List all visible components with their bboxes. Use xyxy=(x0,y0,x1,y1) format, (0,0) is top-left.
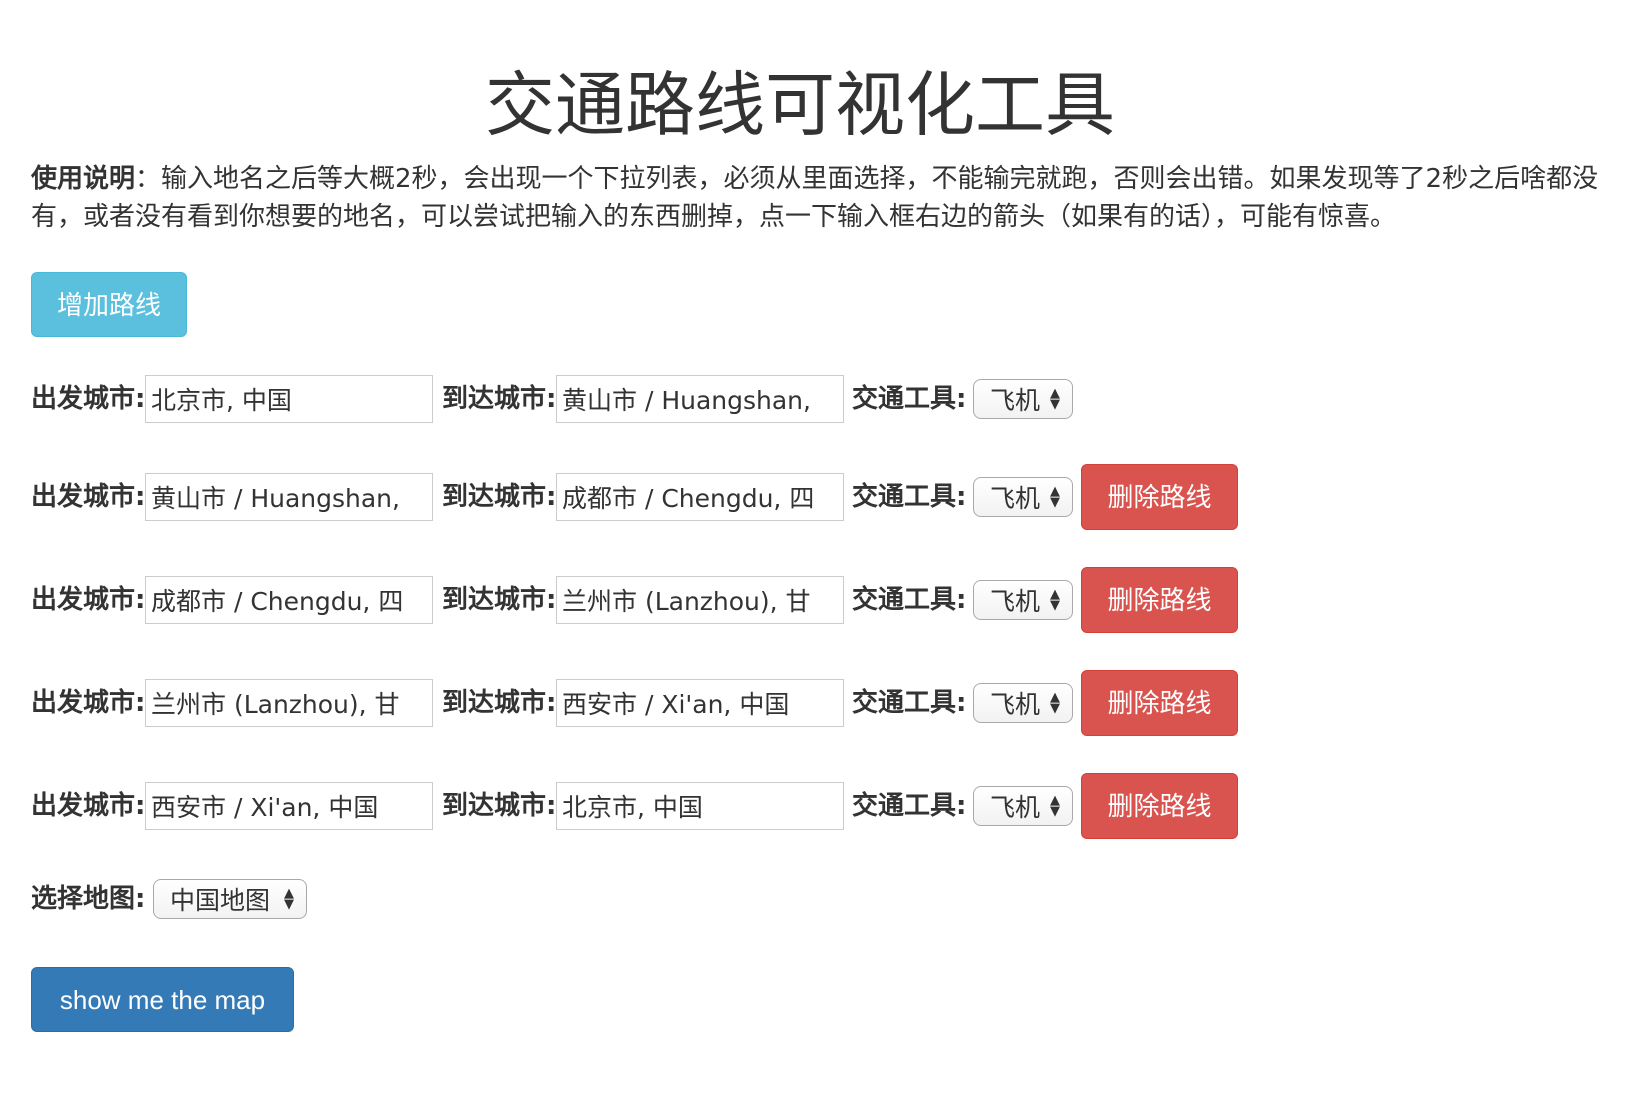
instructions-text: ：输入地名之后等大概2秒，会出现一个下拉列表，必须从里面选择，不能输完就跑，否则… xyxy=(31,164,1599,232)
select-arrows-icon: ▲ ▼ xyxy=(1050,793,1060,819)
add-route-button[interactable]: 增加路线 xyxy=(31,272,187,337)
to-city-label: 到达城市: xyxy=(442,688,557,718)
transport-label: 交通工具: xyxy=(852,482,967,512)
delete-route-button[interactable]: 删除路线 xyxy=(1081,773,1238,839)
select-arrows-icon: ▲ ▼ xyxy=(284,886,294,912)
transport-select-value: 飞机 xyxy=(990,386,1041,415)
delete-route-button[interactable]: 删除路线 xyxy=(1081,567,1238,633)
from-city-label: 出发城市: xyxy=(31,384,146,414)
show-map-button[interactable]: show me the map xyxy=(31,967,294,1032)
to-city-label: 到达城市: xyxy=(442,384,557,414)
transport-select-value: 飞机 xyxy=(990,793,1041,822)
delete-route-button[interactable]: 删除路线 xyxy=(1081,670,1238,736)
from-city-label: 出发城市: xyxy=(31,791,146,821)
transport-label: 交通工具: xyxy=(852,384,967,414)
transport-select[interactable]: 飞机 ▲ ▼ xyxy=(973,580,1073,620)
transport-label: 交通工具: xyxy=(852,791,967,821)
from-city-input[interactable] xyxy=(145,679,433,727)
route-row: 出发城市: 到达城市: 交通工具: 飞机 ▲▼ xyxy=(31,366,1331,432)
select-arrows-icon: ▲ ▼ xyxy=(1050,386,1060,412)
to-city-label: 到达城市: xyxy=(442,585,557,615)
to-city-input[interactable] xyxy=(556,782,844,830)
map-select-row: 选择地图: 中国地图 ▲ ▼ xyxy=(31,871,431,927)
transport-select[interactable]: 飞机 ▲ ▼ xyxy=(973,786,1073,826)
from-city-label: 出发城市: xyxy=(31,482,146,512)
page: 交通路线可视化工具 使用说明：输入地名之后等大概2秒，会出现一个下拉列表，必须从… xyxy=(0,0,1648,1112)
transport-select-value: 飞机 xyxy=(990,484,1041,513)
instructions: 使用说明：输入地名之后等大概2秒，会出现一个下拉列表，必须从里面选择，不能输完就… xyxy=(31,160,1621,236)
route-row: 出发城市: 到达城市: 交通工具: 飞机 ▲▼ 删除路线 xyxy=(31,464,1331,530)
transport-select[interactable]: 飞机 ▲ ▼ xyxy=(973,477,1073,517)
to-city-input[interactable] xyxy=(556,473,844,521)
map-select-label: 选择地图: xyxy=(31,884,146,914)
page-title: 交通路线可视化工具 xyxy=(485,64,1115,146)
to-city-label: 到达城市: xyxy=(442,482,557,512)
to-city-input[interactable] xyxy=(556,679,844,727)
to-city-input[interactable] xyxy=(556,576,844,624)
transport-select[interactable]: 飞机 ▲ ▼ xyxy=(973,683,1073,723)
delete-route-button[interactable]: 删除路线 xyxy=(1081,464,1238,530)
from-city-input[interactable] xyxy=(145,576,433,624)
from-city-input[interactable] xyxy=(145,782,433,830)
route-row: 出发城市: 到达城市: 交通工具: 飞机 ▲▼ 删除路线 xyxy=(31,670,1331,736)
map-select[interactable]: 中国地图 ▲ ▼ xyxy=(153,879,307,919)
from-city-label: 出发城市: xyxy=(31,688,146,718)
route-row: 出发城市: 到达城市: 交通工具: 飞机 ▲▼ 删除路线 xyxy=(31,567,1331,633)
transport-select-value: 飞机 xyxy=(990,690,1041,719)
to-city-input[interactable] xyxy=(556,375,844,423)
route-row: 出发城市: 到达城市: 交通工具: 飞机 ▲▼ 删除路线 xyxy=(31,773,1331,839)
transport-select-value: 飞机 xyxy=(990,587,1041,616)
select-arrows-icon: ▲ ▼ xyxy=(1050,484,1060,510)
map-select-value: 中国地图 xyxy=(170,886,271,915)
from-city-label: 出发城市: xyxy=(31,585,146,615)
transport-label: 交通工具: xyxy=(852,688,967,718)
select-arrows-icon: ▲ ▼ xyxy=(1050,690,1060,716)
from-city-input[interactable] xyxy=(145,473,433,521)
select-arrows-icon: ▲ ▼ xyxy=(1050,587,1060,613)
from-city-input[interactable] xyxy=(145,375,433,423)
to-city-label: 到达城市: xyxy=(442,791,557,821)
transport-select[interactable]: 飞机 ▲ ▼ xyxy=(973,379,1073,419)
transport-label: 交通工具: xyxy=(852,585,967,615)
instructions-lead: 使用说明 xyxy=(31,164,136,194)
